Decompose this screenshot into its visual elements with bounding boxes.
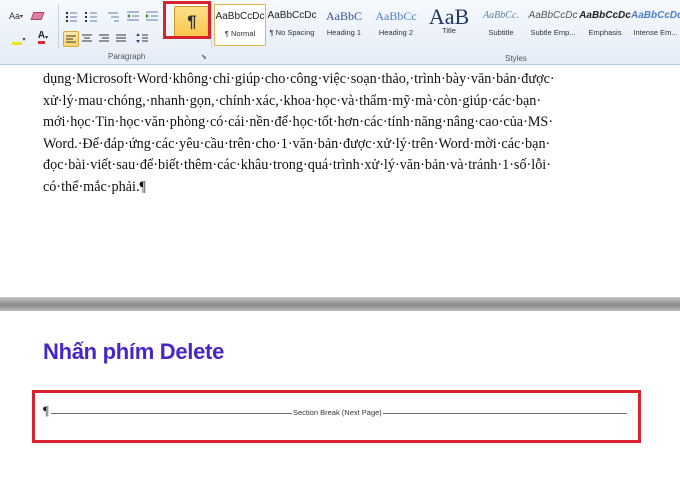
style-normal[interactable]: AaBbCcDc ¶ Normal: [214, 4, 266, 46]
style-preview: AaBbCc.: [483, 10, 519, 21]
justify-icon: [116, 34, 126, 41]
align-center-button[interactable]: [80, 31, 94, 45]
align-center-icon: [82, 34, 92, 41]
paragraph-line: đọc·bài·viết·sau·để·biết·thêm·các·khâu·t…: [43, 157, 551, 173]
style-preview: AaBbCcDc: [579, 10, 631, 21]
document-paragraph[interactable]: dụng·Microsoft·Word·không·chỉ·giúp·cho·c…: [43, 69, 638, 198]
style-name: Heading 1: [326, 28, 362, 37]
eraser-icon: [30, 12, 44, 20]
numbering-button[interactable]: [84, 9, 98, 23]
paragraph-group-label: Paragraph: [108, 52, 146, 61]
decrease-indent-button[interactable]: [126, 9, 140, 23]
change-case-button[interactable]: Aa ▾: [6, 9, 26, 23]
highlighter-icon: [12, 42, 23, 45]
styles-group-label: Styles: [505, 54, 527, 63]
decrease-indent-icon: [127, 11, 139, 20]
paragraph-dialog-launcher-icon[interactable]: ⬊: [201, 53, 207, 61]
increase-indent-icon: [146, 11, 158, 20]
bullets-button[interactable]: [64, 9, 78, 23]
style-preview: AaB: [428, 4, 470, 28]
separator: [58, 4, 59, 48]
align-right-button[interactable]: [97, 31, 111, 45]
style-preview: AaBbCcDc: [528, 10, 578, 21]
paragraph-line: Word.·Để·đáp·ứng·các·yêu·cầu·trên·cho·1·…: [43, 135, 551, 152]
multilevel-list-icon: [108, 12, 119, 21]
style-name: Subtitle: [488, 28, 514, 37]
numbering-icon: [85, 11, 97, 22]
document-page-upper[interactable]: dụng·Microsoft·Word·không·chỉ·giúp·cho·c…: [0, 65, 680, 297]
change-case-icon: Aa: [8, 11, 20, 21]
align-left-icon: [66, 35, 76, 42]
paragraph-line: có·thể·mắc·phải.¶: [43, 178, 146, 195]
bullets-icon: [65, 11, 77, 22]
line-spacing-icon: [136, 33, 148, 43]
paragraph-line: mới·học·Tin·học·văn·phòng·có·cái·nền·để·…: [43, 114, 554, 130]
justify-button[interactable]: [114, 31, 128, 45]
font-color-icon: A: [37, 30, 46, 44]
style-intense-emphasis[interactable]: AaBbCcDc Intense Em...: [631, 4, 680, 46]
align-left-button[interactable]: [63, 31, 79, 47]
style-preview: AaBbCcDc: [631, 10, 680, 21]
ribbon: Aa ▾ ▾ A ▾ Paragraph ⬊ ¶ AaBbCcDc ¶ Norm…: [0, 0, 680, 65]
multilevel-list-button[interactable]: [106, 9, 120, 23]
style-name: ¶ Normal: [224, 29, 256, 38]
style-no-spacing[interactable]: AaBbCcDc ¶ No Spacing: [266, 4, 318, 46]
pilcrow-highlight-box: [163, 1, 211, 39]
style-name: ¶ No Spacing: [269, 28, 315, 37]
style-preview: AaBbCc: [375, 9, 417, 23]
paragraph-line: xử·lý·mau·chóng,·nhanh·gọn,·chính·xác,·k…: [43, 92, 542, 109]
style-emphasis[interactable]: AaBbCcDc Emphasis: [579, 4, 631, 46]
page-gap: [0, 297, 680, 311]
style-heading-2[interactable]: AaBbCc Heading 2: [370, 4, 422, 46]
style-name: Emphasis: [588, 28, 622, 37]
align-right-icon: [99, 34, 109, 41]
line-spacing-button[interactable]: [132, 31, 152, 45]
style-heading-1[interactable]: AaBbC Heading 1: [318, 4, 370, 46]
style-subtle-emphasis[interactable]: AaBbCcDc Subtle Emp...: [527, 4, 579, 46]
pilcrow-mark: ¶: [43, 403, 49, 418]
style-subtitle[interactable]: AaBbCc. Subtitle: [475, 4, 527, 46]
style-name: Intense Em...: [633, 28, 678, 37]
increase-indent-button[interactable]: [145, 9, 159, 23]
style-title[interactable]: AaB Title: [423, 4, 475, 46]
separator: [211, 4, 212, 48]
instruction-caption: Nhấn phím Delete: [43, 339, 225, 364]
section-break-label: Section Break (Next Page): [292, 408, 383, 417]
style-name: Subtle Emp...: [530, 28, 576, 37]
style-name: Heading 2: [378, 28, 414, 37]
paragraph-line: dụng·Microsoft·Word·không·chỉ·giúp·cho·c…: [43, 71, 555, 87]
style-preview: AaBbCcDc: [215, 11, 265, 22]
clear-formatting-button[interactable]: [30, 9, 44, 23]
highlight-color-button[interactable]: ▾: [8, 32, 30, 46]
font-color-button[interactable]: A ▾: [32, 30, 54, 44]
style-preview: AaBbCcDc: [267, 10, 317, 21]
style-preview: AaBbC: [326, 9, 362, 23]
